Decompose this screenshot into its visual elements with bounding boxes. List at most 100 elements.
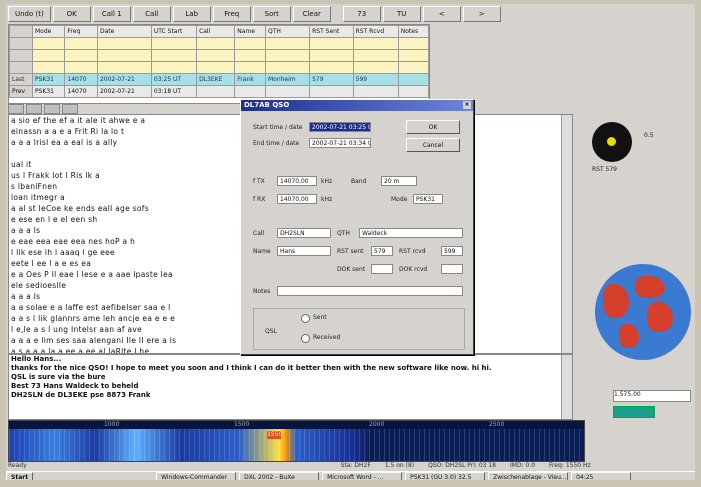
taskbar-item[interactable]: Zwischenablage - Vieu... <box>488 472 569 480</box>
table-cell: 03:18 UT <box>150 85 198 98</box>
dok-rcvd-field[interactable] <box>441 264 463 274</box>
sort-button[interactable]: Sort <box>252 6 291 22</box>
table-row[interactable]: Prev PSK31 14070 2002-07-21 03:18 UT <box>9 85 430 98</box>
status-field: Freq: 1550 Hz <box>549 462 591 469</box>
band-field[interactable]: 20 m <box>381 176 417 186</box>
transmit-text-pane[interactable]: Hello Hans... thanks for the nice QSO! I… <box>8 354 573 420</box>
grid-header-cell[interactable]: QTH <box>264 25 311 38</box>
tool-icon[interactable] <box>26 104 42 114</box>
qth-field[interactable]: Waldeck <box>359 228 463 238</box>
freq-rx-field[interactable]: 14070,00 <box>277 194 317 204</box>
grid-header-cell[interactable]: Name <box>234 25 266 38</box>
level-label: 0.5 <box>644 132 654 139</box>
notes-label: Notes <box>253 288 271 295</box>
table-cell <box>397 73 430 86</box>
rx-scrollbar[interactable] <box>561 115 572 353</box>
taskbar-clock: 04:25 <box>571 472 632 480</box>
grid-header-cell[interactable]: RST Rcvd <box>352 25 399 38</box>
status-bar: Ready Sta: DH2F 1.5 on (8) QSO: DH2SL Pr… <box>8 462 693 470</box>
dok-sent-field[interactable] <box>371 264 393 274</box>
tool-icon[interactable] <box>62 104 78 114</box>
qsl-sent-label: Sent <box>313 314 327 321</box>
signal-scope <box>592 122 632 162</box>
ok-button[interactable]: OK <box>406 120 460 134</box>
rst-rcvd-label: RST rcvd <box>399 248 426 255</box>
status-field: IMD: 0.0 <box>510 462 536 469</box>
grid-header-row: Mode Freq Date UTC Start Call Name QTH R… <box>9 25 430 38</box>
73-button[interactable]: 73 <box>342 6 381 22</box>
close-icon[interactable]: × <box>463 101 471 109</box>
table-row[interactable] <box>9 61 430 74</box>
frequency-box[interactable]: 1.575.00 <box>613 390 691 402</box>
taskbar-item[interactable]: PSK31 (GU 3.0) 32.5 <box>405 472 486 480</box>
undo-button[interactable]: Undo (t) <box>8 6 51 22</box>
tuning-marker[interactable]: 1550 <box>267 431 282 439</box>
cancel-button[interactable]: Cancel <box>406 138 460 152</box>
prev-button[interactable]: < <box>422 6 461 22</box>
grid-header-cell[interactable]: Date <box>96 25 152 38</box>
end-time-field[interactable]: 2002-07-21 03:34 UTC <box>309 138 371 148</box>
tx-line: DH2SLN de DL3EKE pse 8873 Frank <box>11 391 151 399</box>
grid-header-cell[interactable]: RST Sent <box>309 25 354 38</box>
table-cell: 2002-07-21 <box>96 73 152 86</box>
qth-label: QTH <box>337 230 350 237</box>
tool-icon[interactable] <box>44 104 60 114</box>
grid-header-cell[interactable]: Mode <box>31 25 66 38</box>
call-field[interactable]: DH2SLN <box>277 228 331 238</box>
grid-header-cell[interactable]: Notes <box>397 25 430 38</box>
grid-header-cell[interactable]: UTC Start <box>150 25 198 38</box>
mode-label: Mode <box>391 196 408 203</box>
freq-button[interactable]: Freq <box>212 6 251 22</box>
call-label: Call <box>253 230 265 237</box>
taskbar-item[interactable]: Microsoft Word - ... <box>322 472 403 480</box>
taskbar-item[interactable]: DXL 2002 - BuXe <box>239 472 320 480</box>
call-button[interactable]: Call <box>132 6 171 22</box>
tx-line: thanks for the nice QSO! I hope to meet … <box>11 364 492 372</box>
world-map-globe[interactable] <box>595 264 691 360</box>
end-time-label: End time / date <box>253 140 300 147</box>
next-button[interactable]: > <box>462 6 501 22</box>
start-time-field[interactable]: 2002-07-21 03:25 UTC <box>309 122 371 132</box>
name-label: Name <box>253 248 271 255</box>
tx-line: QSL is sure via the bure <box>11 373 106 381</box>
name-field[interactable]: Hans <box>277 246 331 256</box>
lab-button[interactable]: Lab <box>172 6 211 22</box>
tune-button[interactable] <box>613 406 655 418</box>
qsl-sent-radio[interactable] <box>301 314 310 323</box>
tx-line: Best 73 Hans Waldeck to beheld <box>11 382 139 390</box>
table-cell: PSK31 <box>31 85 66 98</box>
qsl-received-radio[interactable] <box>301 334 310 343</box>
table-row[interactable] <box>9 37 430 50</box>
scale-tick: 2500 <box>489 421 505 428</box>
clear-button[interactable]: Clear <box>292 6 331 22</box>
dok-sent-label: DOK sent <box>337 266 366 273</box>
band-label: Band <box>351 178 367 185</box>
tool-icon[interactable] <box>8 104 24 114</box>
grid-header-cell[interactable]: Call <box>196 25 236 38</box>
ok-button[interactable]: OK <box>52 6 91 22</box>
freq-tx-field[interactable]: 14070,00 <box>277 176 317 186</box>
waterfall-spectrum[interactable] <box>9 429 584 461</box>
table-cell: PSK31 <box>31 73 66 86</box>
start-time-label: Start time / date <box>253 124 303 131</box>
table-cell: Monheim <box>264 73 311 86</box>
table-row[interactable]: Last PSK31 14070 2002-07-21 03:25 UT DL3… <box>9 73 430 86</box>
freq-rx-unit: kHz <box>321 196 333 203</box>
taskbar-item[interactable]: Windows-Commander <box>156 472 237 480</box>
tu-button[interactable]: TU <box>382 6 421 22</box>
call1-button[interactable]: Call 1 <box>92 6 131 22</box>
waterfall-display[interactable]: 1000 1500 2000 2500 1550 <box>8 420 585 462</box>
notes-field[interactable] <box>277 286 463 296</box>
app-window: Undo (t) OK Call 1 Call Lab Freq Sort Cl… <box>6 4 695 480</box>
main-toolbar: Undo (t) OK Call 1 Call Lab Freq Sort Cl… <box>8 6 501 24</box>
rst-rcvd-field[interactable]: 599 <box>441 246 463 256</box>
qsl-group <box>253 308 465 350</box>
mode-field[interactable]: PSK31 <box>413 194 443 204</box>
grid-header-cell[interactable]: Freq <box>64 25 98 38</box>
tx-scrollbar[interactable] <box>561 355 572 419</box>
table-cell: DL3EKE <box>196 73 236 86</box>
rst-sent-field[interactable]: 579 <box>371 246 393 256</box>
start-button[interactable]: Start <box>6 472 34 480</box>
table-row[interactable] <box>9 49 430 62</box>
status-field: Sta: DH2F <box>340 462 371 469</box>
